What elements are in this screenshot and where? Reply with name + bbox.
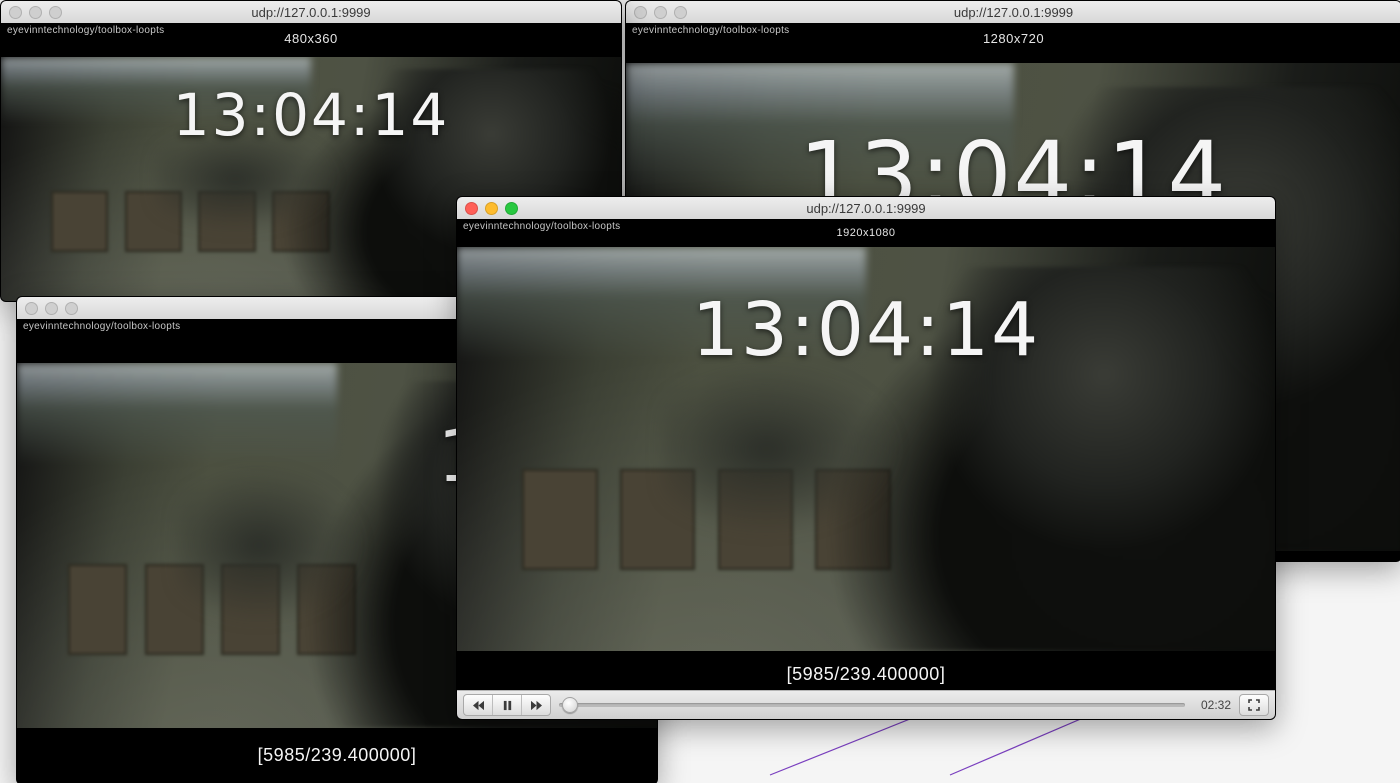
resolution-label: 480x360	[1, 31, 621, 46]
rewind-button[interactable]	[464, 695, 493, 715]
zoom-icon[interactable]	[674, 6, 687, 19]
titlebar[interactable]: udp://127.0.0.1:9999	[457, 197, 1275, 220]
window-title: udp://127.0.0.1:9999	[457, 201, 1275, 216]
seek-thumb[interactable]	[562, 697, 578, 713]
timecode-overlay: 13:04:14	[1, 81, 621, 149]
zoom-icon[interactable]	[65, 302, 78, 315]
zoom-icon[interactable]	[505, 202, 518, 215]
frame-counter: [5985/239.400000]	[457, 664, 1275, 685]
close-icon[interactable]	[9, 6, 22, 19]
desktop: udp://127.0.0.1:9999 eyevinntechnology/t…	[0, 0, 1400, 783]
zoom-icon[interactable]	[49, 6, 62, 19]
window-title: udp://127.0.0.1:9999	[626, 5, 1400, 20]
video-frame: 13:04:14	[457, 247, 1275, 651]
traffic-lights	[25, 302, 78, 315]
fast-forward-button[interactable]	[522, 695, 550, 715]
traffic-lights	[465, 202, 518, 215]
watermark-label: eyevinntechnology/toolbox-loopts	[23, 321, 180, 332]
seek-slider[interactable]	[559, 702, 1185, 708]
player-controls: 02:32	[457, 690, 1275, 719]
minimize-icon[interactable]	[654, 6, 667, 19]
traffic-lights	[9, 6, 62, 19]
timecode-overlay: 13:04:14	[457, 287, 1275, 373]
transport-buttons	[463, 694, 551, 716]
traffic-lights	[634, 6, 687, 19]
frame-counter: [5985/239.400000]	[17, 745, 657, 766]
time-readout: 02:32	[1193, 698, 1231, 712]
window-title: udp://127.0.0.1:9999	[1, 5, 621, 20]
background-lines	[760, 715, 1110, 783]
close-icon[interactable]	[25, 302, 38, 315]
fullscreen-button[interactable]	[1239, 694, 1269, 716]
player-window-1920[interactable]: udp://127.0.0.1:9999 eyevinntechnology/t…	[456, 196, 1276, 720]
minimize-icon[interactable]	[485, 202, 498, 215]
resolution-label: 1920x1080	[457, 227, 1275, 239]
video-area: eyevinntechnology/toolbox-loopts 1920x10…	[457, 219, 1275, 691]
minimize-icon[interactable]	[29, 6, 42, 19]
close-icon[interactable]	[465, 202, 478, 215]
pause-button[interactable]	[493, 695, 522, 715]
close-icon[interactable]	[634, 6, 647, 19]
titlebar[interactable]: udp://127.0.0.1:9999	[626, 1, 1400, 24]
seek-track	[559, 703, 1185, 707]
titlebar[interactable]: udp://127.0.0.1:9999	[1, 1, 621, 24]
resolution-label: 1280x720	[626, 31, 1400, 46]
minimize-icon[interactable]	[45, 302, 58, 315]
